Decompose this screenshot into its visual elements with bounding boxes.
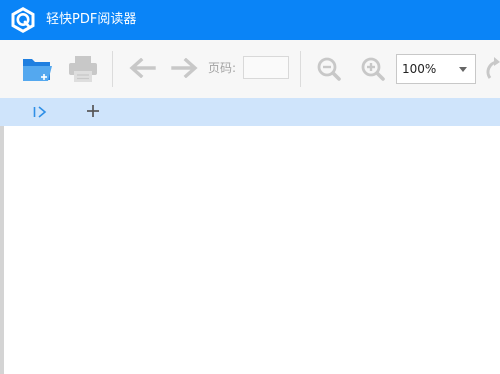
rotate-button[interactable] [484,56,500,82]
new-tab-button[interactable] [87,105,99,117]
document-view[interactable] [4,126,500,374]
tab-bar [0,98,500,126]
chevron-down-icon [459,67,467,72]
next-page-button[interactable] [171,58,199,78]
page-number-input[interactable] [243,56,289,79]
page-number-label: 页码: [208,61,237,75]
zoom-in-button[interactable] [360,56,386,82]
sidebar-toggle-button[interactable] [33,106,47,118]
title-bar: 轻快PDF阅读器 [0,0,500,40]
previous-page-button[interactable] [128,58,156,78]
zoom-out-button[interactable] [316,56,342,82]
print-button[interactable] [67,54,99,84]
toolbar-separator [300,51,301,87]
zoom-select[interactable]: 100% [396,54,476,84]
app-logo-icon [11,7,35,33]
app-title: 轻快PDF阅读器 [46,12,137,27]
toolbar-separator [112,51,113,87]
toolbar: 页码: 100% [0,40,500,98]
zoom-value: 100% [402,62,437,76]
open-file-button[interactable] [21,54,55,84]
